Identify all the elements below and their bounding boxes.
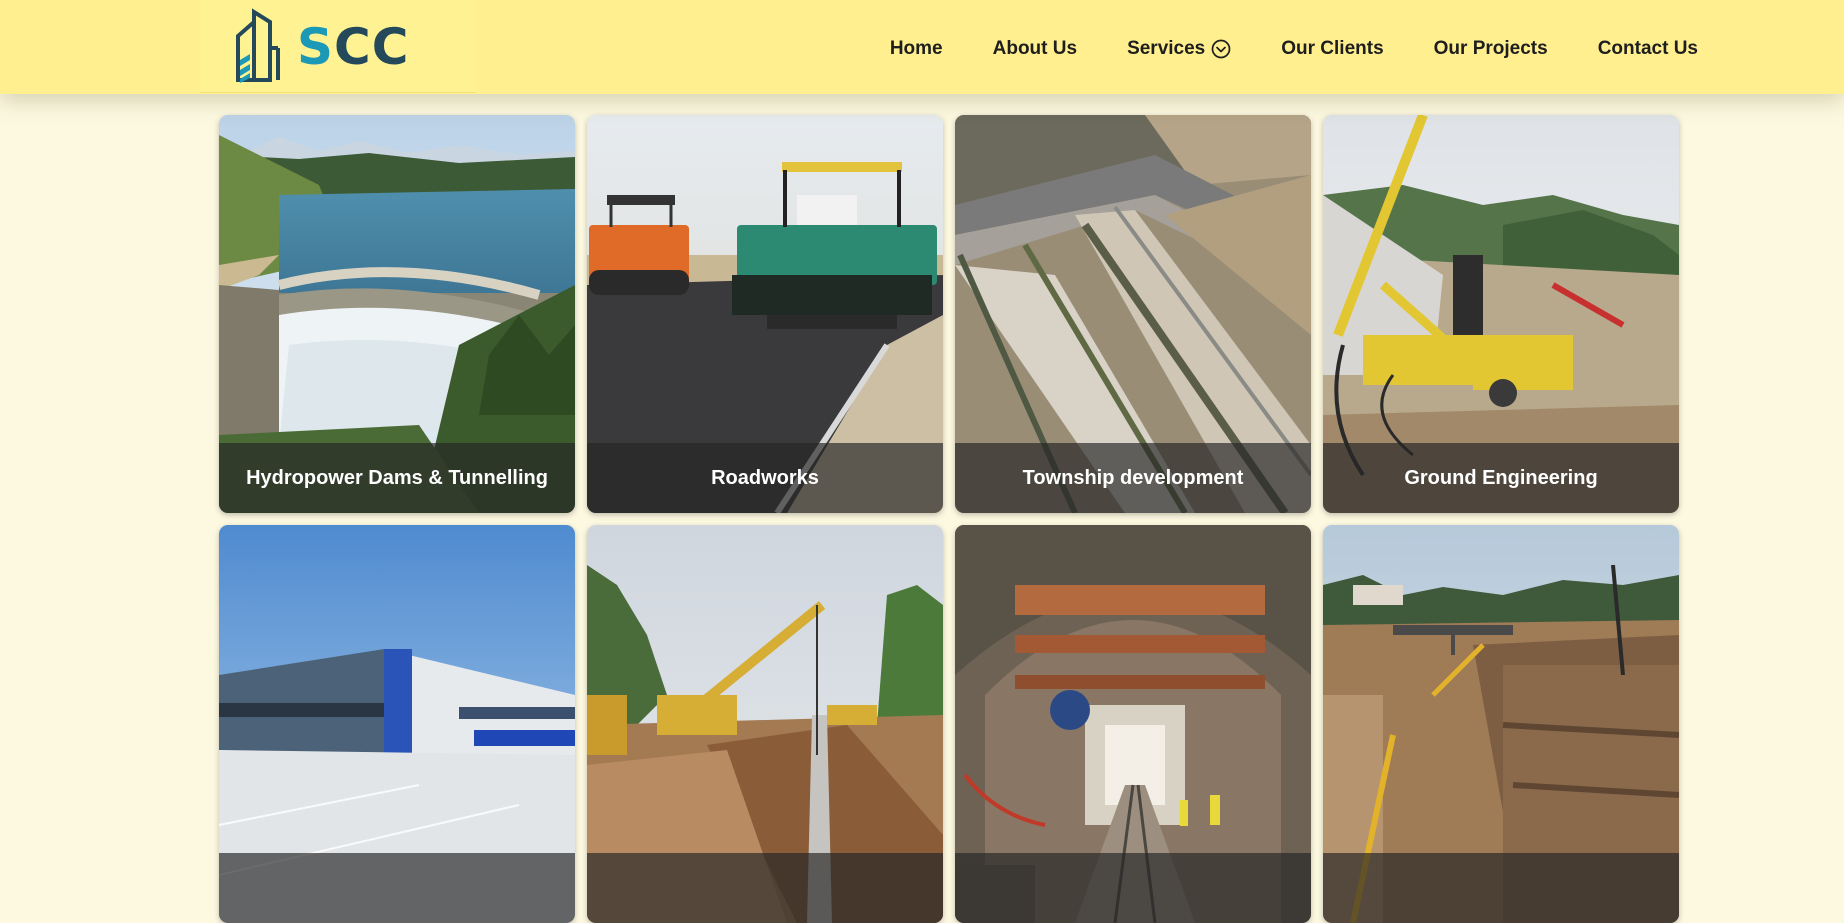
service-card-ground-engineering[interactable]: Ground Engineering (1323, 115, 1679, 513)
nav-contact-us[interactable]: Contact Us (1598, 38, 1698, 60)
service-card-title: Roadworks (587, 443, 943, 513)
nav-clients-label: Our Clients (1281, 38, 1384, 59)
nav-projects-label: Our Projects (1433, 38, 1548, 59)
service-card-8[interactable] (1323, 525, 1679, 923)
main-nav: Home About Us Services Our Clients Our P… (890, 38, 1698, 60)
service-card-5[interactable] (219, 525, 575, 923)
logo[interactable]: SCC (200, 0, 476, 93)
service-card-6[interactable] (587, 525, 943, 923)
chevron-down-circle-icon (1211, 39, 1231, 59)
nav-services[interactable]: Services (1127, 38, 1231, 60)
service-card-title (1323, 853, 1679, 923)
nav-home-label: Home (889, 38, 943, 59)
service-card-7[interactable] (955, 525, 1311, 923)
nav-our-projects[interactable]: Our Projects (1434, 38, 1548, 60)
nav-home[interactable]: Home (890, 38, 943, 60)
site-header: SCC Home About Us Services Our Clients O… (0, 0, 1844, 94)
nav-about-label: About Us (992, 38, 1078, 59)
service-card-title (219, 853, 575, 923)
building-logo-icon (236, 8, 280, 83)
nav-contact-label: Contact Us (1597, 38, 1698, 59)
nav-our-clients[interactable]: Our Clients (1281, 38, 1383, 60)
service-card-title (955, 853, 1311, 923)
service-card-title: Ground Engineering (1323, 443, 1679, 513)
service-card-hydropower[interactable]: Hydropower Dams & Tunnelling (219, 115, 575, 513)
service-card-title (587, 853, 943, 923)
logo-text: SCC (297, 18, 410, 76)
service-card-title: Township development (955, 443, 1311, 513)
service-card-township[interactable]: Township development (955, 115, 1311, 513)
nav-about-us[interactable]: About Us (993, 38, 1077, 60)
service-card-roadworks[interactable]: Roadworks (587, 115, 943, 513)
services-grid: Hydropower Dams & Tunnelling Roadworks T… (219, 115, 1679, 923)
nav-services-label: Services (1127, 38, 1206, 59)
service-card-title: Hydropower Dams & Tunnelling (219, 443, 575, 513)
